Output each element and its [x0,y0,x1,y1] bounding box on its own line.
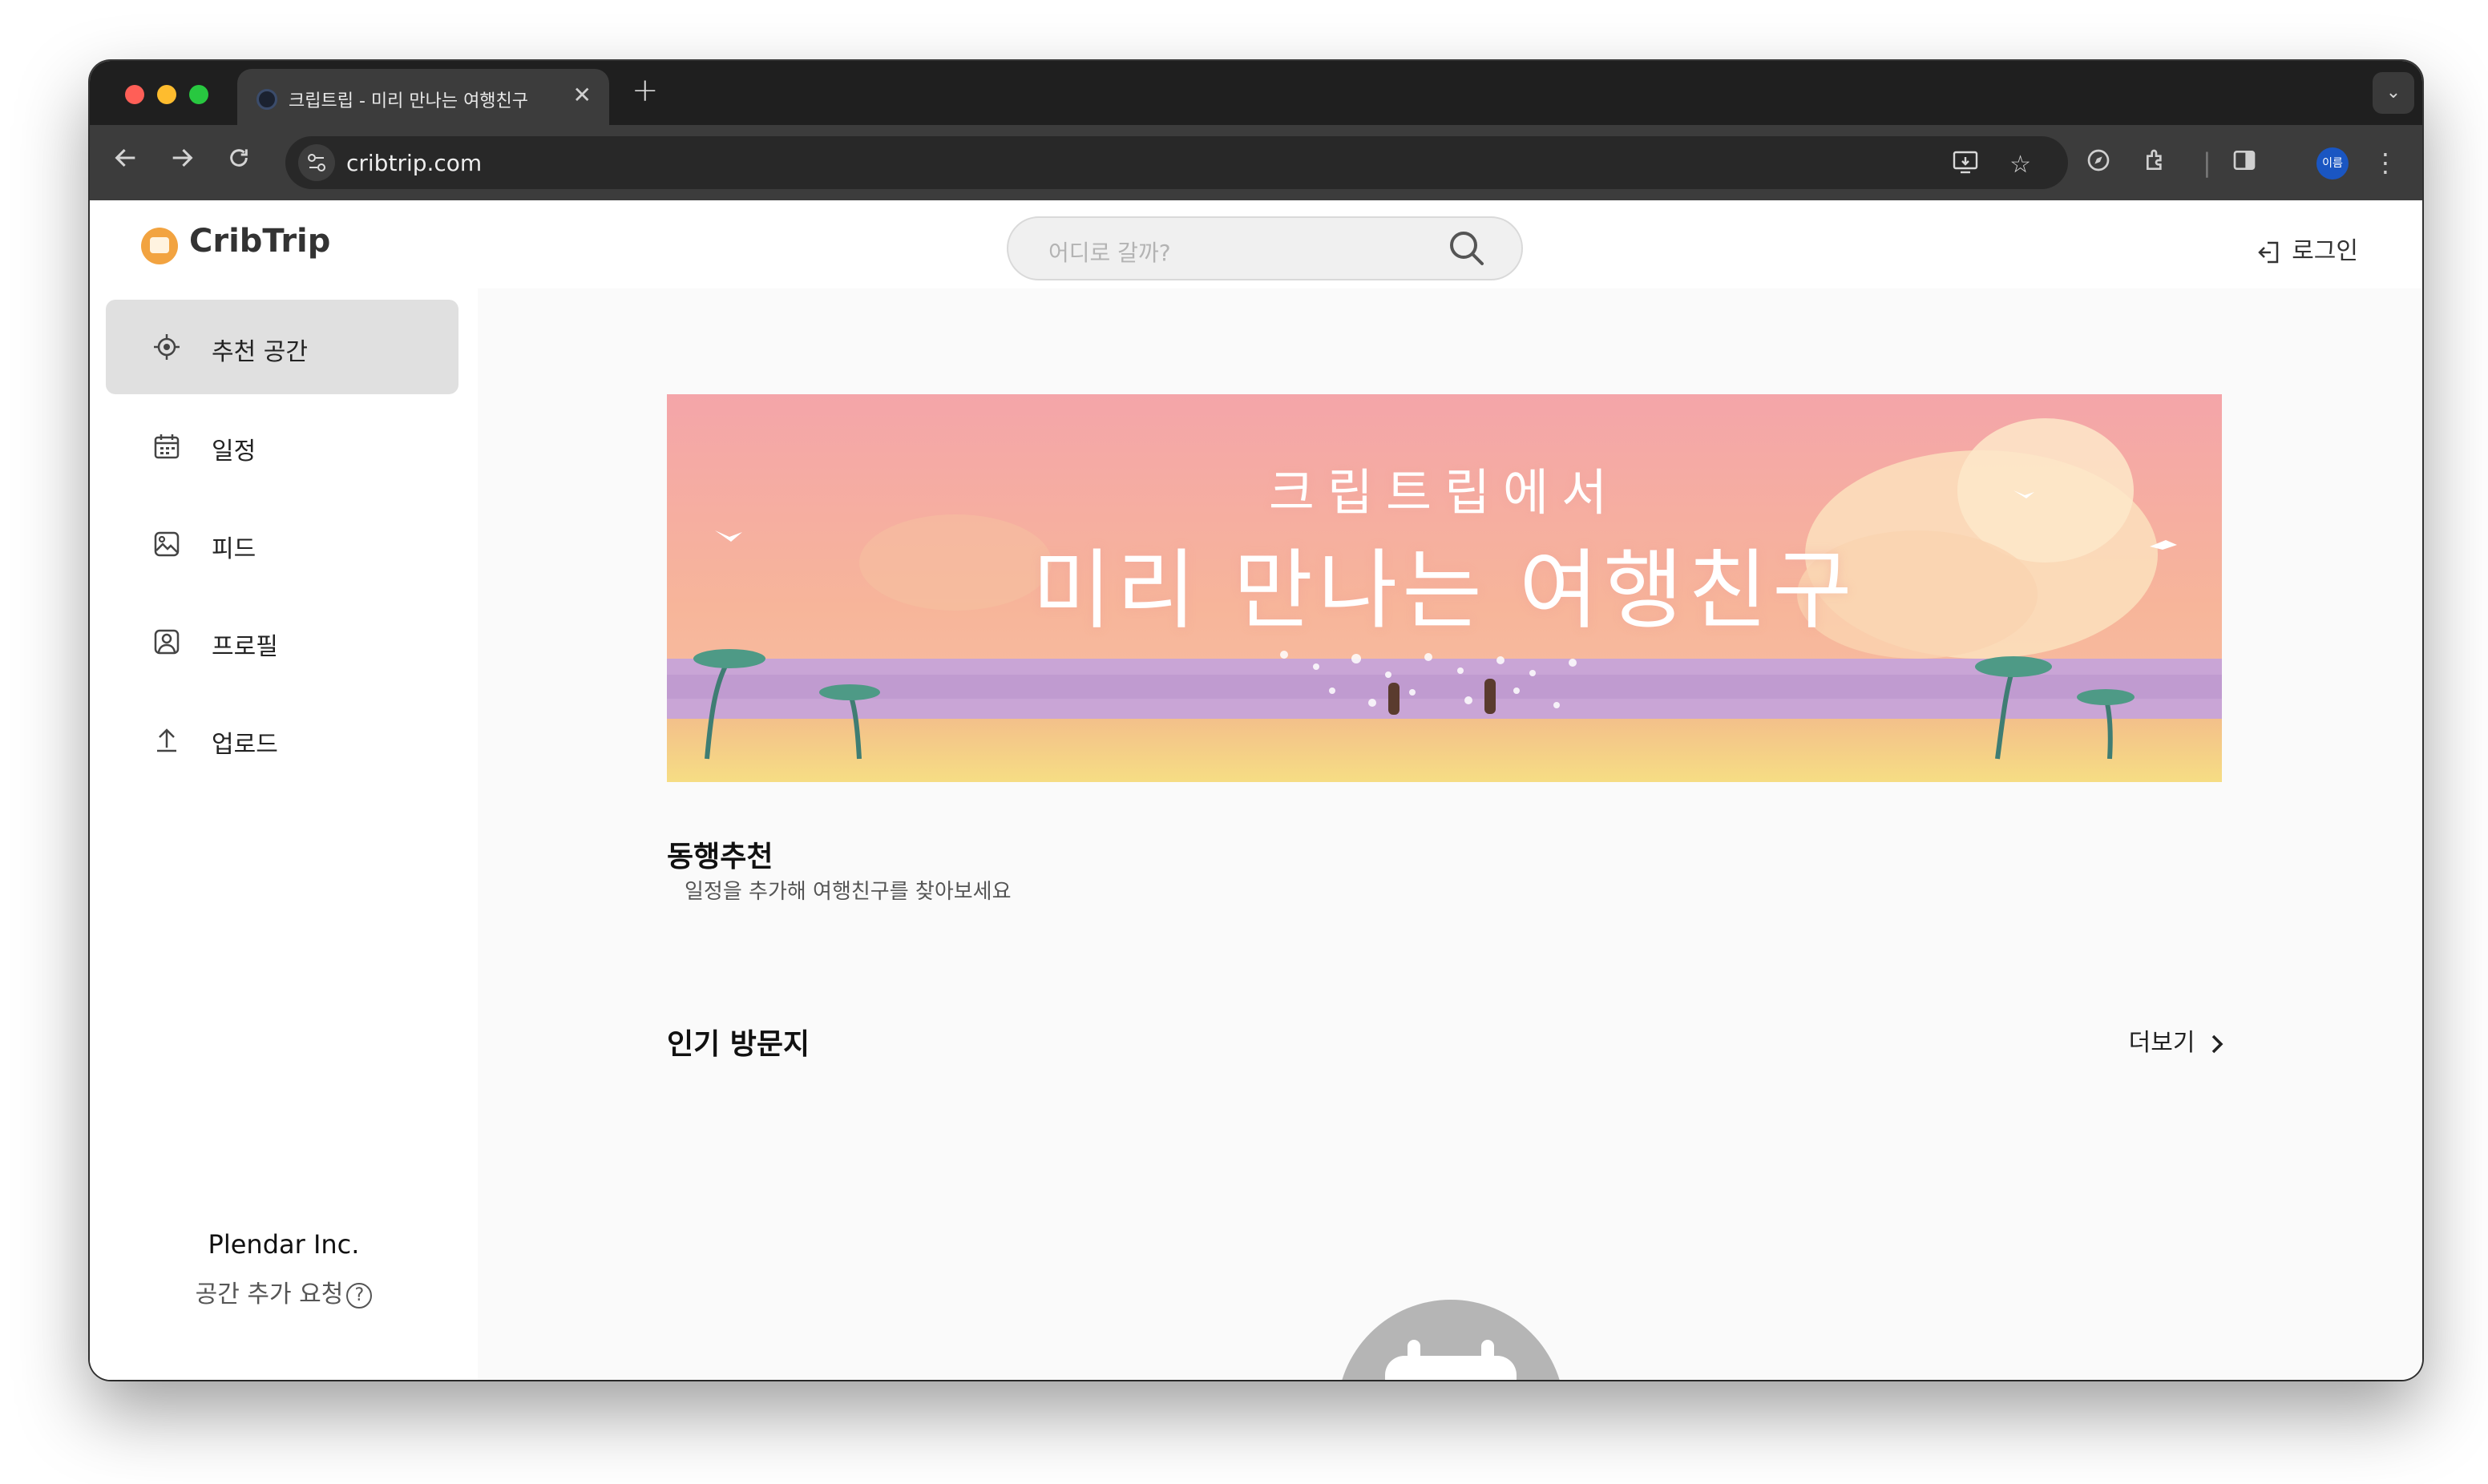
location-target-icon [154,334,180,360]
site-header: CribTrip 어디로 갈까? 로그인 [90,200,2422,288]
maximize-window-button[interactable] [189,85,208,104]
promo-banner[interactable]: 크립트립에서 미리 만나는 여행친구 [667,394,2222,782]
see-more-label: 더보기 [2128,1029,2195,1057]
page-content: CribTrip 어디로 갈까? 로그인 추천 공간 일정 피드 프로필 업로드… [90,200,2422,1380]
sidebar-item-schedule[interactable]: 일정 [106,399,458,494]
arrow-right-icon [172,148,193,167]
companion-section-title: 동행추천 [667,841,773,873]
kebab-menu-icon[interactable]: ⋮ [2373,147,2398,178]
arrow-left-icon [115,148,135,167]
login-button[interactable]: 로그인 [2256,231,2358,266]
close-window-button[interactable] [125,85,144,104]
browser-tab[interactable]: 크립트립 - 미리 만나는 여행친구 ✕ [237,69,609,125]
search-icon[interactable] [1448,229,1486,268]
calendar-icon [154,434,180,459]
sidebar-item-label: 피드 [212,535,256,563]
search-input[interactable]: 어디로 갈까? [1007,216,1523,280]
profile-icon [154,629,180,655]
install-app-icon[interactable] [1953,151,1980,181]
login-icon [2258,241,2279,263]
back-button[interactable] [112,144,139,180]
favicon-icon [256,89,277,110]
url-text: cribtrip.com [346,150,483,176]
see-more-link[interactable]: 더보기 [2129,1022,2227,1058]
chevron-down-icon: ⌄ [2385,83,2401,103]
popular-section-title: 인기 방문지 [667,1028,810,1061]
sidebar-item-upload[interactable]: 업로드 [106,692,458,787]
login-label: 로그인 [2292,237,2358,265]
tab-search-button[interactable]: ⌄ [2373,72,2414,114]
side-panel-icon[interactable] [2232,147,2257,179]
address-bar[interactable]: cribtrip.com ☆ [285,136,2068,189]
compass-icon[interactable] [2086,147,2111,179]
sidebar-item-label: 업로드 [212,731,278,759]
banner-line-1: 크립트립에서 [1268,463,1621,522]
profile-avatar[interactable]: 이름 [2316,147,2349,179]
image-icon [154,531,180,557]
sidebar-item-label: 추천 공간 [212,338,308,366]
request-space-link[interactable]: 공간 추가 요청? [90,1274,478,1309]
browser-toolbar: cribtrip.com ☆ | 이름 ⋮ [90,125,2422,200]
sidebar-item-label: 일정 [212,438,256,466]
chevron-right-icon [2211,1034,2223,1053]
bookmark-star-icon[interactable]: ☆ [2009,151,2031,179]
help-icon[interactable]: ? [346,1282,373,1309]
reload-button[interactable] [226,144,252,179]
sidebar: 추천 공간 일정 피드 프로필 업로드 Plendar Inc. 공간 추가 요… [90,288,478,1380]
upload-icon [157,728,176,752]
site-settings-icon[interactable] [298,144,335,181]
sidebar-item-recommended[interactable]: 추천 공간 [106,300,458,394]
extensions-icon[interactable] [2143,147,2169,179]
browser-window: 크립트립 - 미리 만나는 여행친구 ✕ + ⌄ cribtrip.com ☆ [90,61,2422,1380]
companion-section-subtitle: 일정을 추가해 여행친구를 찾아보세요 [685,880,1012,904]
toolbar-divider: | [2203,147,2211,178]
banner-line-2: 미리 만나는 여행친구 [1032,541,1857,641]
close-tab-button[interactable]: ✕ [573,82,592,108]
tab-title: 크립트립 - 미리 만나는 여행친구 [289,91,529,111]
minimize-window-button[interactable] [157,85,176,104]
sidebar-item-feed[interactable]: 피드 [106,497,458,591]
tab-bar: 크립트립 - 미리 만나는 여행친구 ✕ + ⌄ [90,61,2422,125]
company-name: Plendar Inc. [208,1229,360,1260]
new-tab-button[interactable]: + [632,72,659,109]
sidebar-item-profile[interactable]: 프로필 [106,595,458,689]
logo-text[interactable]: CribTrip [189,223,330,260]
search-placeholder: 어디로 갈까? [1048,240,1171,266]
sidebar-item-label: 프로필 [212,633,278,661]
empty-state-calendar-icon [1337,1300,1565,1380]
request-space-label: 공간 추가 요청 [195,1280,344,1309]
reload-icon [230,149,248,167]
forward-button[interactable] [168,144,196,180]
cribtrip-logo-icon[interactable] [141,228,178,264]
